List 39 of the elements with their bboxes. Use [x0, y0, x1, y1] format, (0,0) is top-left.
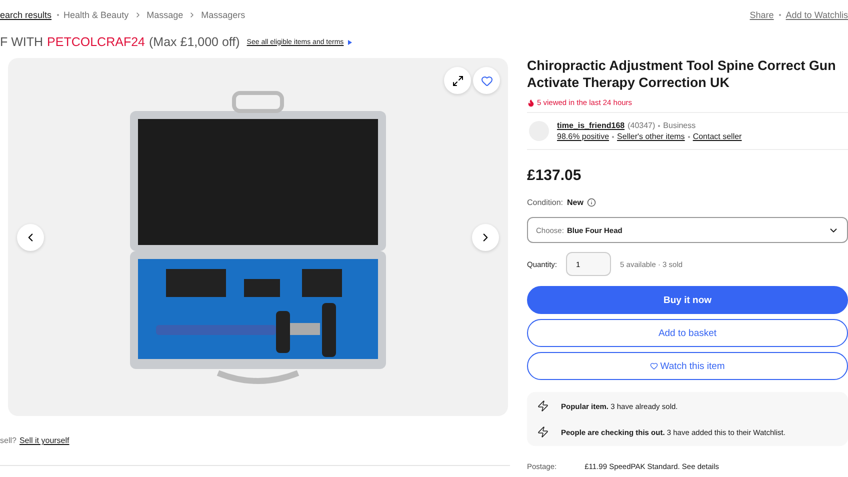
expand-icon [452, 74, 464, 86]
separator-dot [658, 124, 660, 126]
positive-feedback-link[interactable]: 98.6% positive [557, 132, 610, 141]
sell-it-yourself-link[interactable]: Sell it yourself [19, 436, 70, 445]
seller-type: Business [663, 121, 696, 130]
heart-icon [650, 362, 658, 370]
promo-text: (Max £1,000 off) [149, 35, 240, 49]
sell-prompt: sell? [0, 436, 16, 445]
promo-text: F WITH [0, 35, 44, 49]
triangle-icon [348, 40, 352, 44]
lightning-icon [537, 426, 549, 438]
lightning-icon [537, 400, 549, 412]
breadcrumb-link[interactable]: Massage [146, 10, 184, 20]
promo-code: PETCOLCRAF24 [47, 35, 145, 49]
separator-dot [778, 14, 781, 16]
feedback-count: (40347) [628, 121, 656, 130]
condition-label: Condition: [527, 198, 564, 207]
buy-now-button[interactable]: Buy it now [527, 286, 848, 314]
breadcrumb-link[interactable]: Health & Beauty [64, 10, 129, 20]
separator-dot [688, 136, 690, 138]
header-link[interactable]: Add to Watchlis [786, 10, 848, 20]
price: £137.05 [527, 167, 582, 184]
heart-icon [480, 74, 492, 86]
separator-dot [612, 136, 614, 138]
other-items-link[interactable]: Seller's other items [617, 132, 685, 141]
breadcrumb-link[interactable]: earch results [0, 10, 52, 20]
header-link[interactable]: Share [750, 10, 774, 20]
favorite-button[interactable] [473, 67, 500, 94]
info-icon [587, 198, 596, 207]
contact-seller-link[interactable]: Contact seller [692, 132, 742, 141]
separator-dot [56, 14, 59, 16]
seller-name-link[interactable]: time_is_friend168 [557, 121, 625, 130]
watch-button[interactable]: Watch this item [527, 352, 848, 380]
breadcrumb-link[interactable]: Massagers [201, 10, 246, 20]
product-title: Chiropractic Adjustment Tool Spine Correct Gun Activate Therapy Correction UK [527, 58, 837, 91]
expand-button[interactable] [444, 67, 471, 94]
condition-value: New [567, 198, 584, 207]
add-to-basket-button[interactable]: Add to basket [527, 319, 848, 347]
flame-icon [527, 98, 535, 106]
